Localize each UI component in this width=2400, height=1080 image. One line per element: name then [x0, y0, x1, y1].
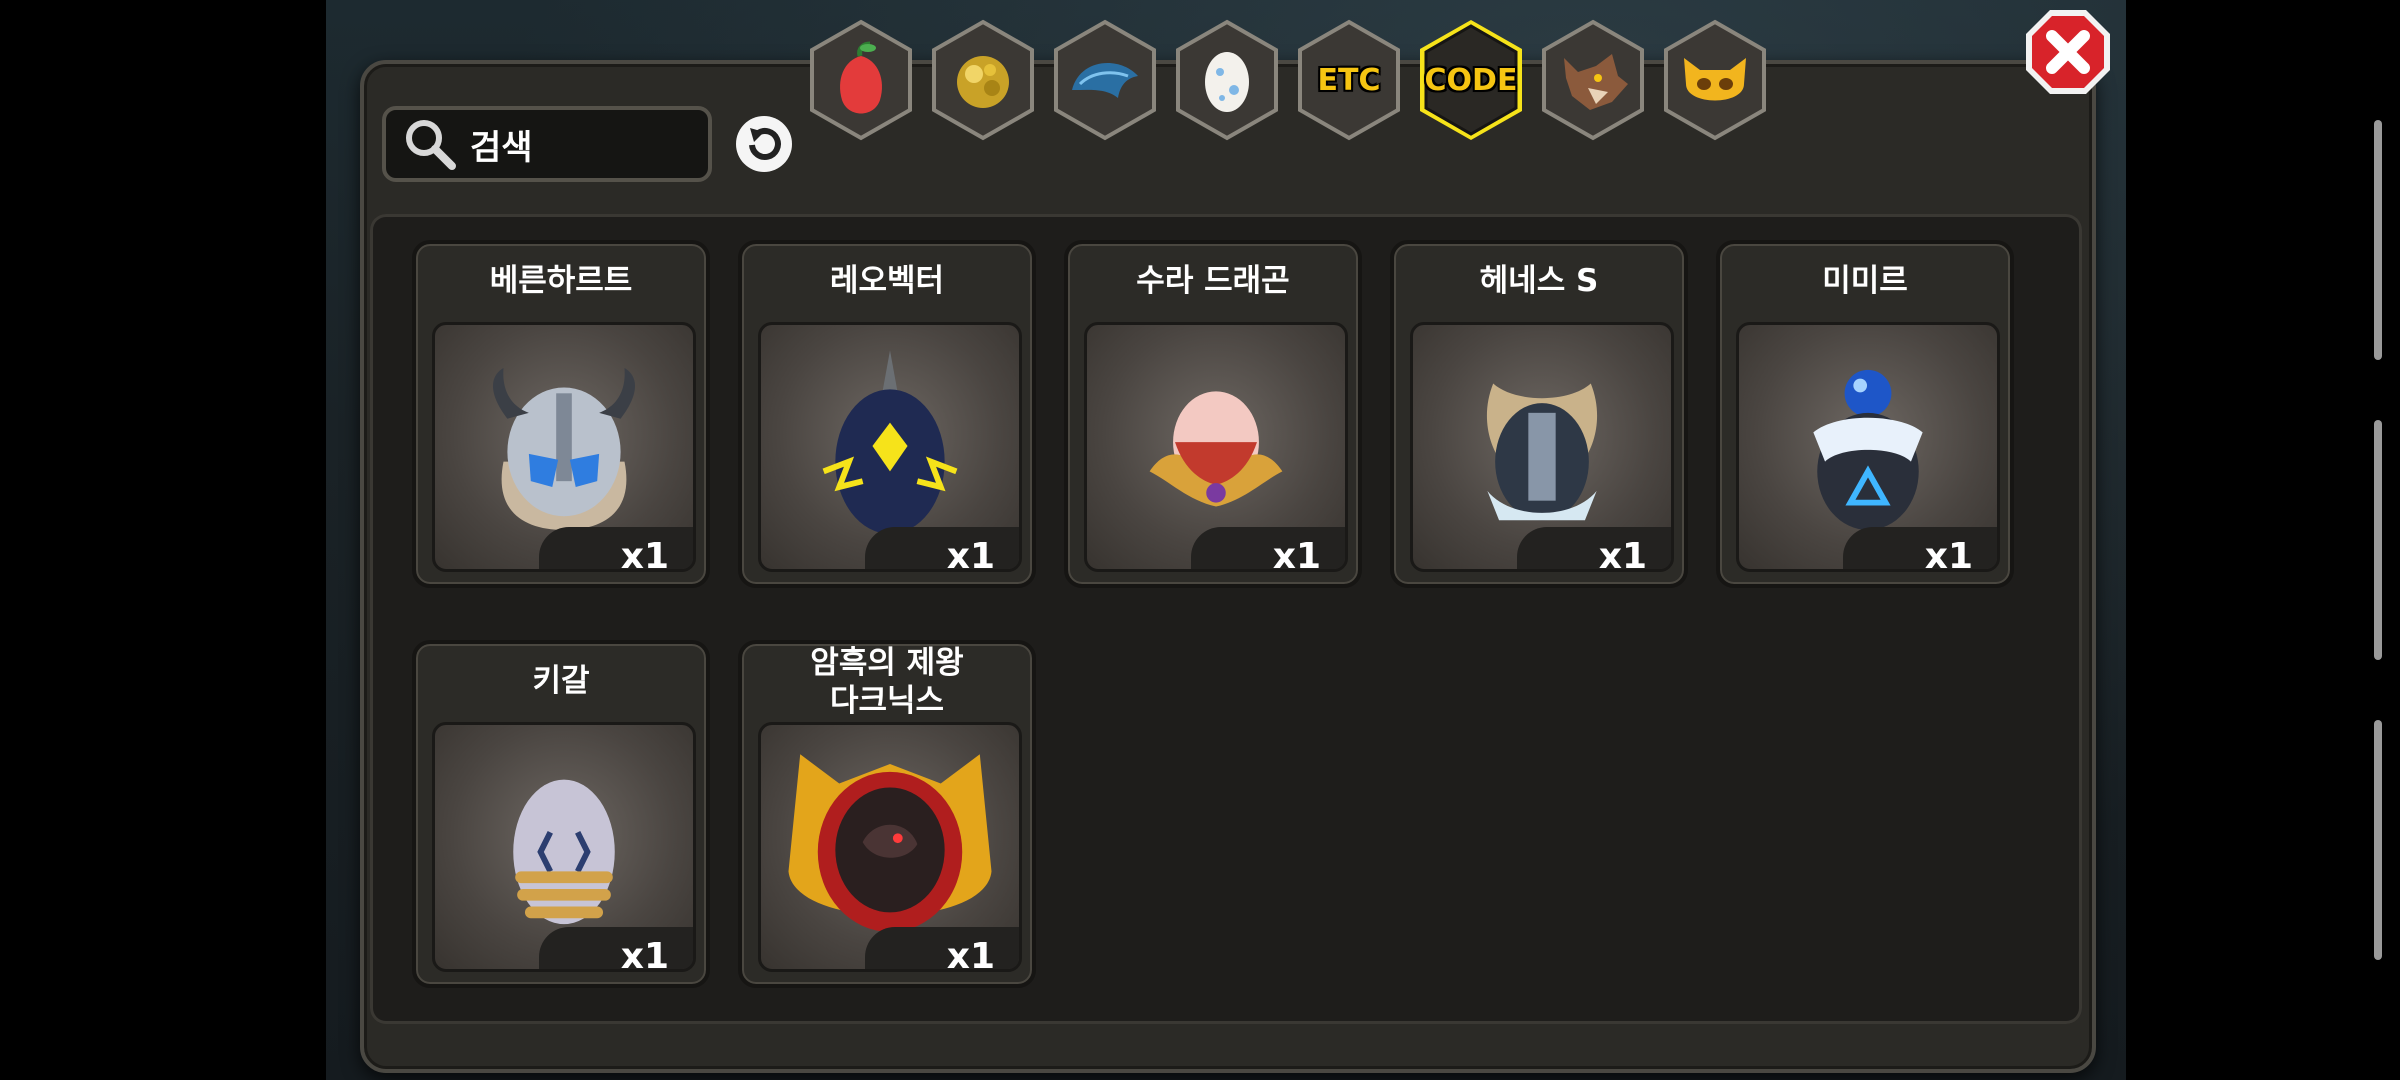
item-quantity: x1	[539, 527, 693, 569]
tab-egg[interactable]	[1172, 18, 1282, 142]
search-placeholder: 검색	[470, 127, 533, 168]
tab-etc-label: ETC	[1317, 62, 1381, 98]
item-slot: x1	[1410, 322, 1674, 572]
search-icon	[406, 120, 456, 170]
gold-ore-icon	[932, 19, 1034, 141]
tab-etc[interactable]: ETC	[1294, 18, 1404, 142]
item-card-sura-dragon[interactable]: 수라 드래곤 x1	[1064, 240, 1362, 588]
item-name: 키갈	[532, 663, 590, 699]
item-quantity: x1	[865, 527, 1019, 569]
search-input[interactable]: 검색	[382, 106, 712, 182]
item-card-henes-s[interactable]: 헤네스 S x1	[1390, 240, 1688, 588]
dragon-scale-icon	[1054, 19, 1156, 141]
item-name: 베른하르트	[489, 263, 633, 299]
item-name: 수라 드래곤	[1136, 263, 1290, 299]
item-slot: x1	[758, 722, 1022, 972]
item-card-kigal[interactable]: 키갈 x1	[412, 640, 710, 988]
item-slot: x1	[432, 322, 696, 572]
item-slot: x1	[1084, 322, 1348, 572]
item-slot: x1	[432, 722, 696, 972]
egg-icon	[1176, 19, 1278, 141]
item-card-leovector[interactable]: 레오벡터 x1	[738, 240, 1036, 588]
demon-icon	[1664, 19, 1766, 141]
tab-demon[interactable]	[1660, 18, 1770, 142]
item-name: 암흑의 제왕 다크닉스	[742, 644, 1032, 720]
item-name: 레오벡터	[829, 263, 945, 299]
item-slot: x1	[1736, 322, 2000, 572]
item-quantity: x1	[539, 927, 693, 969]
tab-wolf[interactable]	[1538, 18, 1648, 142]
item-name-line1: 암흑의 제왕	[810, 645, 964, 681]
fruit-icon	[810, 19, 912, 141]
refresh-icon[interactable]	[732, 112, 796, 176]
tab-dragon-scale[interactable]	[1050, 18, 1160, 142]
tab-code-label: CODE	[1424, 62, 1518, 98]
item-name: 헤네스 S	[1479, 263, 1599, 299]
item-quantity: x1	[1191, 527, 1345, 569]
scrollbar[interactable]	[2374, 120, 2382, 960]
tab-code[interactable]: CODE	[1416, 18, 1526, 142]
item-quantity: x1	[1517, 527, 1671, 569]
item-quantity: x1	[1843, 527, 1997, 569]
tab-fruit[interactable]	[806, 18, 916, 142]
close-button[interactable]	[2022, 6, 2114, 98]
item-name: 미미르	[1822, 263, 1908, 299]
wolf-icon	[1542, 19, 1644, 141]
item-card-darknix[interactable]: 암흑의 제왕 다크닉스 x1	[738, 640, 1036, 988]
item-name-line2: 다크닉스	[829, 683, 945, 719]
item-quantity: x1	[865, 927, 1019, 969]
item-slot: x1	[758, 322, 1022, 572]
item-card-bernhardt[interactable]: 베른하르트 x1	[412, 240, 710, 588]
tab-gold-ore[interactable]	[928, 18, 1038, 142]
item-card-mimir[interactable]: 미미르 x1	[1716, 240, 2014, 588]
